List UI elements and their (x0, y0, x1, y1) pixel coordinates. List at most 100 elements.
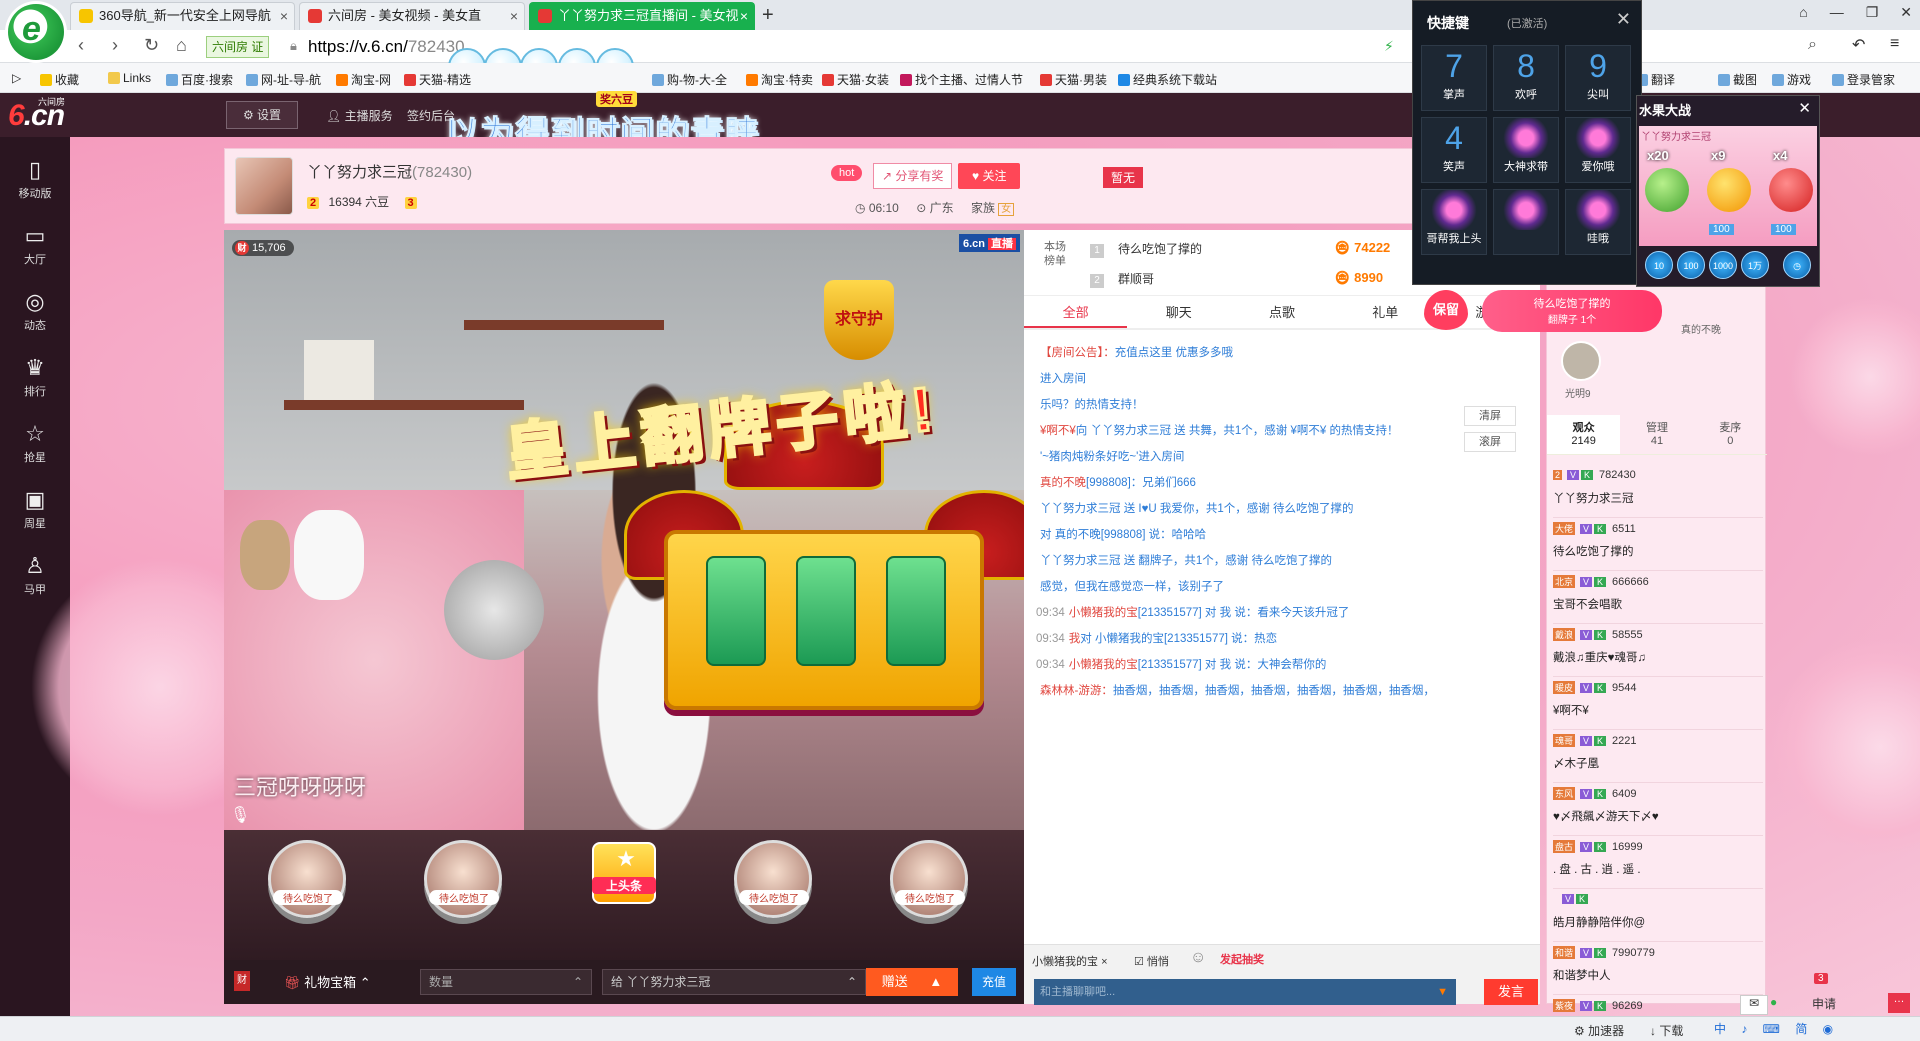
lightning-icon[interactable]: ⚡ (1384, 38, 1394, 55)
live-video[interactable]: 求守护 皇上翻牌子啦! 财 15,706 6.cn 直播 三冠呀呀呀呀 🎙︎ (224, 230, 1024, 830)
menu-icon[interactable]: ≡ (1890, 35, 1899, 53)
gift-box-button[interactable]: 🎁︎ 礼物宝箱 ⌃ (284, 972, 371, 991)
lottery-button[interactable]: 发起抽奖 (1220, 951, 1264, 967)
close-icon[interactable]: × (280, 3, 288, 29)
send-gift-button[interactable]: 赠送 ▲ (866, 968, 958, 996)
bookmark-item[interactable]: 找个主播、过情人节 (900, 71, 1023, 88)
bookmarks-expand-icon[interactable]: ▷ (12, 71, 21, 85)
bet-coin[interactable]: 100 (1677, 251, 1705, 279)
message-user[interactable]: 小懒猪我的宝 (1069, 659, 1138, 671)
message-user[interactable]: 【房间公告】： (1040, 347, 1115, 359)
close-icon[interactable]: × (510, 3, 518, 29)
shortcut-key[interactable]: 9 尖叫 (1565, 45, 1631, 111)
refresh-icon[interactable]: ↻ (144, 35, 159, 56)
nav-item-weekly[interactable]: ▣ 周星 (0, 487, 70, 531)
tab-audience[interactable]: 观众 2149 (1547, 415, 1621, 454)
prize-badge[interactable]: 奖六豆 (596, 91, 637, 107)
tab-gifts[interactable]: 礼单 (1334, 298, 1437, 328)
bookmark-item[interactable]: 收藏 (40, 71, 79, 88)
bet-coin[interactable]: 1000 (1709, 251, 1737, 279)
minimize-icon[interactable]: — (1830, 4, 1844, 21)
message-user[interactable]: ¥啊不¥ (1040, 425, 1076, 437)
close-icon[interactable]: ✕ (1900, 4, 1912, 21)
tab-admins[interactable]: 管理 41 (1620, 415, 1693, 454)
flip-card-badge[interactable]: 待么吃饱了撑的 翻牌子 1个 (1482, 290, 1662, 332)
red-fruit[interactable] (1769, 168, 1813, 212)
new-tab-button[interactable]: + (762, 2, 774, 28)
skin-icon[interactable]: ⌂ (1799, 4, 1807, 21)
back-icon[interactable]: ‹ (78, 35, 84, 56)
site-logo[interactable]: 6.cn (8, 99, 65, 133)
bookmark-item[interactable]: Links (108, 71, 151, 85)
whisper-target[interactable]: 小懒猪我的宝 × (1032, 953, 1108, 969)
gift-head-slot[interactable]: 待么吃饱了 (734, 840, 812, 918)
tab-live-room[interactable]: 丫丫努力求三冠直播间 - 美女视 × (529, 2, 755, 30)
dropdown-icon[interactable]: ▼ (1437, 979, 1448, 1005)
nav-item-rank[interactable]: ♛ 排行 (0, 355, 70, 399)
green-fruit[interactable] (1645, 168, 1689, 212)
shortcut-key[interactable]: 爱你哦 (1565, 117, 1631, 183)
gift-head-slot[interactable]: 待么吃饱了 (890, 840, 968, 918)
url-field[interactable]: https://v.6.cn/782430 (308, 37, 465, 57)
emoji-icon[interactable]: ☺ (1190, 949, 1206, 967)
message-user[interactable]: 我 (1069, 633, 1081, 645)
anchor-service-link[interactable]: 👤︎ 主播服务 (326, 107, 393, 124)
settings-button[interactable]: ⚙ 设置 (226, 101, 298, 129)
message-user[interactable]: 真的不晚 (1040, 477, 1086, 489)
gift-target-select[interactable]: 给 丫丫努力求三冠 ⌃ (602, 969, 866, 995)
send-chat-button[interactable]: 发言 (1484, 979, 1538, 1005)
tab-360-nav[interactable]: 360导航_新一代安全上网导航 × (70, 2, 295, 30)
undo-icon[interactable]: ↶ (1852, 35, 1865, 55)
bookmark-item[interactable]: 淘宝·特卖 (746, 71, 813, 88)
tab-6cn-home[interactable]: 六间房 - 美女视频 - 美女直 × (299, 2, 525, 30)
follow-button[interactable]: ♥ 关注 (958, 163, 1021, 189)
message-user[interactable]: 森林林-游游： (1040, 685, 1113, 697)
nav-item-mobile[interactable]: ▯ 移动版 (0, 157, 70, 201)
top-headline-button[interactable]: ★ 上头条 (592, 842, 656, 904)
chevron-up-icon[interactable]: ⌃ (847, 970, 857, 994)
bet-coin[interactable]: 1万 (1741, 251, 1769, 279)
search-icon[interactable]: ⌕ (1808, 36, 1817, 54)
nav-item-feed[interactable]: ◎ 动态 (0, 289, 70, 333)
chat-bubble-icon[interactable]: … (1888, 993, 1910, 1013)
guest-avatar[interactable] (1561, 341, 1601, 381)
apply-button[interactable]: 申请 (1812, 995, 1836, 1012)
shortcut-key[interactable]: 大神求带 (1493, 117, 1559, 183)
gift-head-slot[interactable]: 待么吃饱了 (424, 840, 502, 918)
audience-row[interactable]: 魂哥 V K 2221 〆木子凰 (1553, 734, 1763, 783)
audience-row[interactable]: 大佬 V K 6511 待么吃饱了撑的 (1553, 522, 1763, 571)
wealth-icon[interactable]: 财 (234, 971, 250, 991)
tab-songs[interactable]: 点歌 (1230, 298, 1333, 328)
tab-mic-queue[interactable]: 麦序 0 (1694, 415, 1767, 454)
close-icon[interactable]: ✕ (1798, 99, 1811, 117)
room-family[interactable]: 家族 (971, 201, 995, 215)
orange-fruit[interactable] (1707, 168, 1751, 212)
screenshot-button[interactable]: 截图 (1718, 71, 1757, 88)
chevron-up-icon[interactable]: ⌃ (573, 970, 583, 994)
tab-all[interactable]: 全部 (1024, 298, 1128, 328)
bookmark-item[interactable]: 百度·搜索 (166, 71, 233, 88)
tray-icons[interactable]: 中 ♪ ⌨ 简 ◉ (1714, 1020, 1839, 1037)
audience-row[interactable]: V K 皓月静静陪伴你@ (1553, 893, 1763, 942)
bookmark-item[interactable]: 经典系统下载站 (1118, 71, 1217, 88)
quantity-field[interactable]: 数量 ⌃ (420, 969, 592, 995)
nav-item-star[interactable]: ☆ 抢星 (0, 421, 70, 465)
guard-badge[interactable]: 求守护 (824, 280, 894, 360)
nav-item-vest[interactable]: ♙ 马甲 (0, 553, 70, 597)
login-manager-button[interactable]: 登录管家 (1832, 71, 1895, 88)
audience-row[interactable]: 暖皮 V K 9544 ¥啊不¥ (1553, 681, 1763, 730)
maximize-icon[interactable]: ❐ (1866, 4, 1879, 21)
accelerator-button[interactable]: ⚙ 加速器 (1574, 1022, 1624, 1039)
close-icon[interactable]: ✕ (1616, 9, 1631, 30)
shortcut-key[interactable]: 哥帮我上头 (1421, 189, 1487, 255)
bookmark-item[interactable]: 天猫-精选 (404, 71, 471, 88)
audience-row[interactable]: 戴浪 V K 58555 戴浪♫重庆♥魂哥♫ (1553, 628, 1763, 677)
gift-head-slot[interactable]: 待么吃饱了 (268, 840, 346, 918)
tab-chat[interactable]: 聊天 (1127, 298, 1230, 328)
close-icon[interactable]: × (1101, 956, 1107, 968)
forward-icon[interactable]: › (112, 35, 118, 56)
site-verify-badge[interactable]: 六间房 证 (206, 36, 270, 58)
bet-coin[interactable]: 10 (1645, 251, 1673, 279)
private-checkbox[interactable]: ☑ 悄悄 (1134, 953, 1169, 969)
audience-row[interactable]: 2 V K 782430 丫丫努力求三冠 (1553, 469, 1763, 518)
